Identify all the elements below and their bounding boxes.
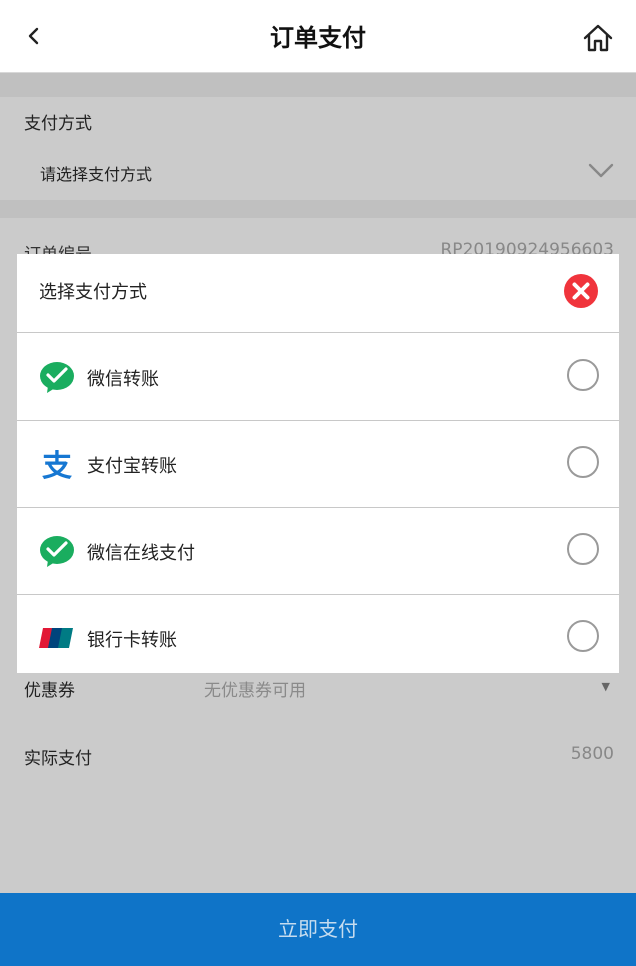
radio-button[interactable] [567, 359, 599, 391]
payment-method-label: 支付方式 [24, 114, 92, 134]
modal-header: 选择支付方式 [17, 254, 619, 333]
page-title: 订单支付 [270, 23, 366, 52]
payment-option-label: 银行卡转账 [87, 630, 177, 651]
wechat-icon [40, 536, 74, 567]
actual-payment-label: 实际支付 [24, 749, 92, 769]
section-divider [0, 200, 636, 218]
payment-option-wechat-transfer[interactable]: 微信转账 [17, 333, 619, 421]
payment-option-alipay-transfer[interactable]: 支 支付宝转账 [17, 420, 619, 508]
caret-down-icon[interactable]: ▼ [602, 680, 610, 693]
payment-option-label: 支付宝转账 [87, 456, 177, 477]
actual-payment-amount: 5800 [570, 744, 614, 764]
payment-method-modal: 选择支付方式 微信转账 支 支付宝转账 微信在线支付 银行卡转账 [17, 254, 619, 673]
chevron-down-icon[interactable] [588, 161, 614, 181]
pay-now-button[interactable]: 立即支付 [0, 893, 636, 966]
unionpay-icon [39, 628, 73, 648]
modal-title: 选择支付方式 [39, 282, 147, 303]
payment-method-select[interactable]: 请选择支付方式 [40, 161, 152, 185]
home-icon[interactable] [582, 22, 614, 54]
wechat-icon [40, 362, 74, 393]
payment-option-wechat-online[interactable]: 微信在线支付 [17, 507, 619, 595]
app-header: 订单支付 [0, 0, 636, 73]
svg-text:支: 支 [42, 449, 72, 482]
alipay-icon: 支 [42, 449, 72, 482]
close-circle-icon[interactable] [563, 273, 599, 309]
radio-button[interactable] [567, 533, 599, 565]
payment-option-label: 微信在线支付 [87, 543, 195, 564]
payment-method-section: 支付方式 请选择支付方式 [0, 97, 636, 200]
payment-option-label: 微信转账 [87, 369, 159, 390]
payment-option-bank-transfer[interactable]: 银行卡转账 [17, 594, 619, 681]
section-divider [0, 73, 636, 97]
actual-payment-row: 实际支付 5800 [0, 740, 636, 776]
radio-button[interactable] [567, 620, 599, 652]
radio-button[interactable] [567, 446, 599, 478]
